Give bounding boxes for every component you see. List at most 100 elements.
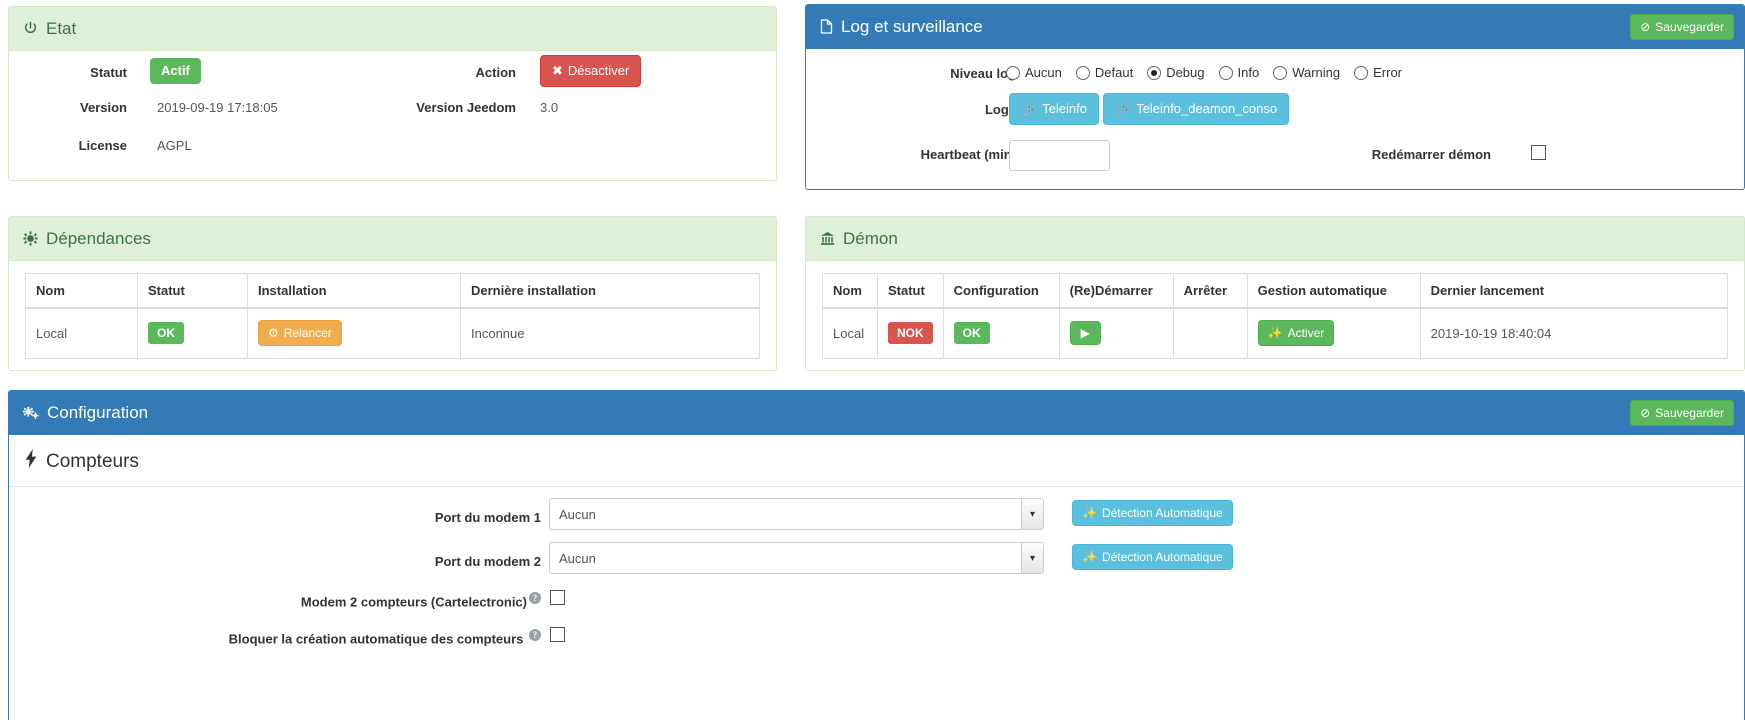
save-log-button[interactable]: ⊘ Sauvegarder xyxy=(1630,13,1734,40)
bolt-icon xyxy=(25,449,37,474)
license-label: License xyxy=(78,138,127,153)
demon-start-button[interactable]: ▶ xyxy=(1069,321,1101,346)
help-icon[interactable]: ? xyxy=(529,592,541,604)
radio-debug[interactable]: Debug xyxy=(1147,65,1205,80)
gear-cluster-icon xyxy=(23,231,38,246)
chevron-down-icon[interactable]: ▾ xyxy=(1021,499,1043,529)
detection-automatique-2-button[interactable]: ✨ Détection Automatique xyxy=(1072,544,1233,571)
version-label: Version xyxy=(80,100,127,115)
cell-nom: Local xyxy=(822,307,878,359)
table-row: Local OK ⚙ Relancer Inconnue xyxy=(25,307,760,359)
panel-configuration-body: Compteurs Port du modem 1 Aucun ▾ ✨ Déte… xyxy=(9,435,1744,660)
col-installation: Installation xyxy=(247,273,461,309)
panel-log-header: Log et surveillance ⊘ Sauvegarder xyxy=(806,5,1744,49)
table-header-row: Nom Statut Configuration (Re)Démarrer Ar… xyxy=(822,273,1729,309)
cell-statut: OK xyxy=(137,307,248,359)
col-gestion-automatique: Gestion automatique xyxy=(1246,273,1421,309)
panel-dependances-header: Dépendances xyxy=(9,217,776,261)
niveau-log-label: Niveau log xyxy=(950,66,1016,81)
radio-aucun[interactable]: Aucun xyxy=(1006,65,1062,80)
panel-configuration-header: Configuration ⊘ Sauvegarder xyxy=(9,391,1744,435)
desactiver-button[interactable]: ✖ Désactiver xyxy=(540,55,642,87)
chevron-down-icon[interactable]: ▾ xyxy=(1021,543,1043,573)
col-dernier-lancement: Dernier lancement xyxy=(1419,273,1729,309)
radio-error[interactable]: Error xyxy=(1354,65,1402,80)
panel-dependances-title: Dépendances xyxy=(46,228,151,248)
cell-installation: ⚙ Relancer xyxy=(247,307,461,359)
panel-etat-body: Statut Actif Action ✖ Désactiver Version… xyxy=(9,51,776,176)
relancer-button-label: Relancer xyxy=(283,326,332,341)
panel-configuration: Configuration ⊘ Sauvegarder Compteurs Po… xyxy=(8,390,1745,720)
panel-etat-title: Etat xyxy=(46,18,77,38)
radio-defaut[interactable]: Defaut xyxy=(1075,65,1133,80)
jeedom-plugin-page: Etat Statut Actif Action ✖ Désactiver Ve… xyxy=(0,0,1745,720)
port-modem-1-select-wrap[interactable]: Aucun ▾ xyxy=(549,498,1044,530)
radio-error-dot[interactable] xyxy=(1354,65,1369,80)
panel-etat-header: Etat xyxy=(9,7,776,51)
cell-arreter xyxy=(1172,307,1248,359)
radio-info[interactable]: Info xyxy=(1218,65,1260,80)
save-log-label: Sauvegarder xyxy=(1655,19,1724,34)
radio-warning[interactable]: Warning xyxy=(1273,65,1340,80)
col-nom: Nom xyxy=(25,273,138,309)
file-icon xyxy=(820,19,833,34)
port-modem-1-label: Port du modem 1 xyxy=(434,510,541,525)
demon-table: Nom Statut Configuration (Re)Démarrer Ar… xyxy=(822,273,1729,359)
magic-wand-icon: ✨ xyxy=(1082,506,1097,520)
port-modem-2-select-wrap[interactable]: Aucun ▾ xyxy=(549,542,1044,574)
log-file-teleinfo-deamon-conso-button[interactable]: 🔗 Teleinfo_deamon_conso xyxy=(1103,93,1290,125)
version-jeedom-label: Version Jeedom xyxy=(416,100,516,115)
port-modem-1-select[interactable]: Aucun xyxy=(549,498,1044,530)
activer-button[interactable]: ✨ Activer xyxy=(1257,320,1335,347)
save-configuration-button[interactable]: ⊘ Sauvegarder xyxy=(1630,399,1734,426)
panel-demon: Démon Nom Statut Configuration (Re)Démar… xyxy=(805,216,1745,371)
col-configuration: Configuration xyxy=(942,273,1060,309)
panel-log: Log et surveillance ⊘ Sauvegarder Niveau… xyxy=(805,4,1745,190)
radio-aucun-dot[interactable] xyxy=(1006,65,1020,80)
bloquer-creation-text: Bloquer la création automatique des comp… xyxy=(228,631,524,647)
bloquer-creation-checkbox[interactable] xyxy=(550,627,565,642)
radio-defaut-dot[interactable] xyxy=(1075,65,1090,80)
panel-dependances-body: Nom Statut Installation Dernière install… xyxy=(9,261,776,359)
panel-demon-body: Nom Statut Configuration (Re)Démarrer Ar… xyxy=(806,261,1744,359)
heartbeat-input[interactable] xyxy=(1009,140,1110,171)
port-modem-1-value: Aucun xyxy=(559,506,596,522)
niveau-log-radio-group[interactable]: Aucun Defaut Debug Info Warning Error xyxy=(1006,65,1402,80)
version-value: 2019-09-19 17:18:05 xyxy=(157,100,278,115)
action-label: Action xyxy=(475,65,516,80)
help-icon[interactable]: ? xyxy=(529,629,541,641)
col-arreter: Arrêter xyxy=(1172,273,1248,309)
redemarrer-demon-checkbox[interactable] xyxy=(1531,145,1546,160)
port-modem-2-label: Port du modem 2 xyxy=(434,554,541,569)
col-derniere-installation: Dernière installation xyxy=(460,273,760,309)
radio-info-label: Info xyxy=(1237,65,1260,80)
cell-dernier-lancement: 2019-10-19 18:40:04 xyxy=(1419,307,1729,359)
panel-dependances: Dépendances Nom Statut Installation Dern… xyxy=(8,216,777,371)
radio-warning-dot[interactable] xyxy=(1273,65,1288,80)
redemarrer-demon-label: Redémarrer démon xyxy=(1371,147,1491,162)
relancer-button[interactable]: ⚙ Relancer xyxy=(258,320,342,347)
bank-icon xyxy=(820,231,835,246)
dependance-status-badge: OK xyxy=(148,322,184,345)
col-redemarrer: (Re)Démarrer xyxy=(1058,273,1174,309)
demon-config-badge: OK xyxy=(953,322,990,345)
heartbeat-label: Heartbeat (min) xyxy=(920,147,1016,162)
log-file-teleinfo-button[interactable]: 🔗 Teleinfo xyxy=(1009,93,1099,125)
port-modem-2-value: Aucun xyxy=(559,550,596,566)
close-icon: ✖ xyxy=(552,63,563,78)
cell-redemarrer: ▶ xyxy=(1058,307,1174,359)
radio-debug-dot[interactable] xyxy=(1147,65,1162,80)
port-modem-2-select[interactable]: Aucun xyxy=(549,542,1044,574)
cell-derniere-installation: Inconnue xyxy=(460,307,760,359)
desactiver-button-label: Désactiver xyxy=(567,63,630,78)
modem-2-compteurs-checkbox[interactable] xyxy=(550,590,565,605)
panel-log-title: Log et surveillance xyxy=(841,16,983,36)
radio-aucun-label: Aucun xyxy=(1025,65,1062,80)
dependances-table: Nom Statut Installation Dernière install… xyxy=(25,273,760,359)
cell-statut: NOK xyxy=(877,307,944,359)
radio-info-dot[interactable] xyxy=(1218,65,1233,80)
panel-log-body: Niveau log Aucun Defaut Debug Info Warni… xyxy=(806,49,1744,185)
detection-automatique-1-button[interactable]: ✨ Détection Automatique xyxy=(1072,500,1233,527)
magic-wand-icon: ✨ xyxy=(1082,550,1097,564)
check-circle-icon: ⊘ xyxy=(1640,19,1651,34)
